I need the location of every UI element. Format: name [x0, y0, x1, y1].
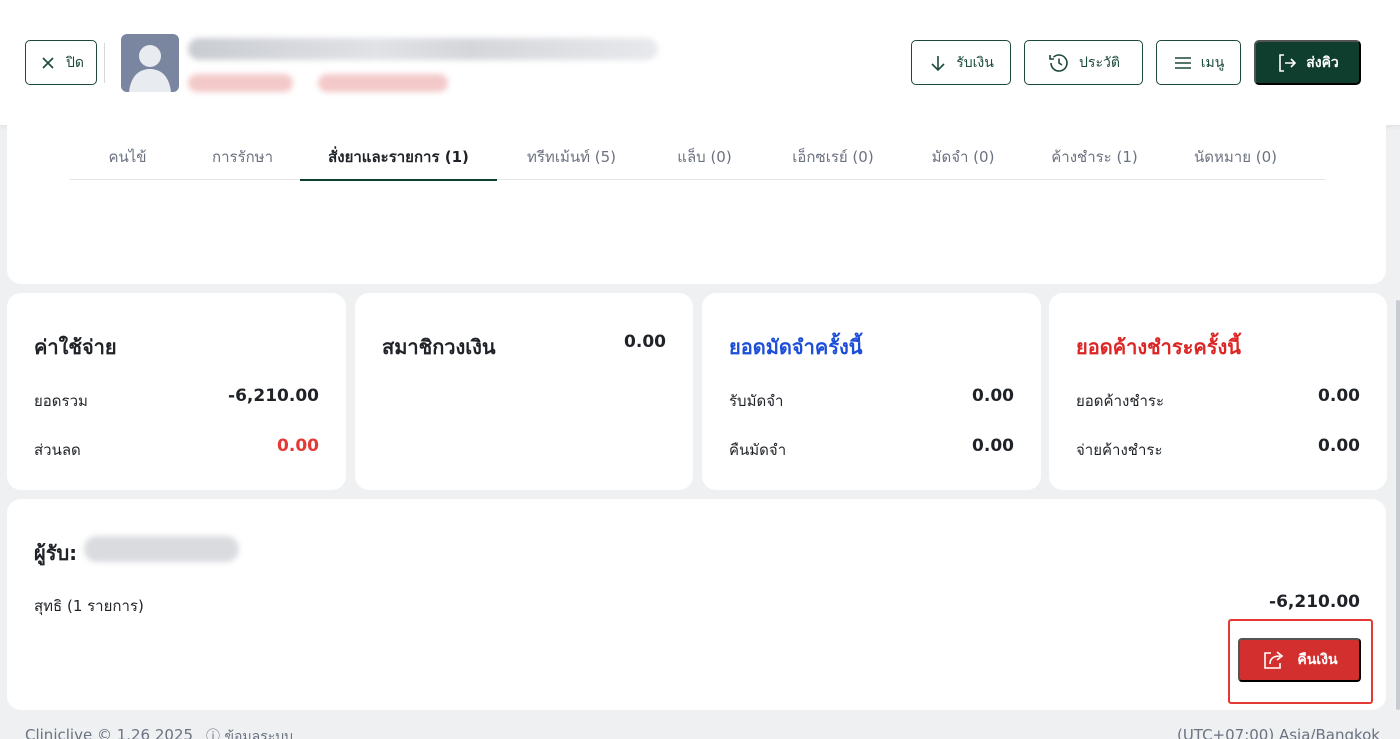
expense-discount-label: ส่วนลด	[34, 441, 81, 459]
tab-label: เอ็กซเรย์ (0)	[792, 147, 874, 166]
tab-bar: คนไข้ การรักษา สั่งยาและรายการ (1) ทรีทเ…	[70, 134, 1325, 181]
tab-label: ทรีทเม้นท์ (5)	[526, 147, 616, 166]
page-scrollbar[interactable]	[1396, 300, 1400, 710]
refund-button[interactable]: คืนเงิน	[1238, 638, 1361, 682]
close-icon	[42, 56, 54, 69]
recipient-name-blurred	[84, 536, 239, 562]
tab-treatment[interactable]: การรักษา	[185, 134, 300, 179]
expense-total-value: -6,210.00	[228, 386, 319, 406]
tab-label: มัดจำ (0)	[931, 147, 995, 166]
footer-timezone: (UTC+07:00) Asia/Bangkok	[1176, 726, 1380, 739]
share-forward-icon	[1264, 651, 1284, 669]
tabs-panel: คนไข้ การรักษา สั่งยาและรายการ (1) ทรีทเ…	[7, 120, 1386, 284]
deposit-card: ยอดมัดจำครั้งนี้ รับมัดจำ 0.00 คืนมัดจำ …	[702, 293, 1041, 490]
expense-discount-value: 0.00	[277, 436, 319, 456]
outstanding-pay-value: 0.00	[1318, 436, 1360, 456]
tab-deposit[interactable]: มัดจำ (0)	[903, 134, 1023, 179]
history-icon	[1049, 53, 1068, 72]
deposit-receive-value: 0.00	[972, 386, 1014, 406]
arrow-down-icon	[931, 55, 945, 71]
refund-button-label: คืนเงิน	[1297, 651, 1338, 667]
close-button-label: ปิด	[66, 53, 84, 70]
receive-payment-label: รับเงิน	[956, 53, 994, 70]
patient-name-blurred	[188, 38, 658, 60]
tab-label: สั่งยาและรายการ (1)	[328, 147, 469, 166]
history-button[interactable]: ประวัติ	[1024, 40, 1143, 85]
system-info-link[interactable]: ⓘ ข้อมูลระบบ	[206, 726, 293, 739]
tab-patient[interactable]: คนไข้	[70, 134, 185, 179]
tab-label: คนไข้	[108, 147, 147, 166]
expense-card: ค่าใช้จ่าย ยอดรวม -6,210.00 ส่วนลด 0.00	[7, 293, 346, 490]
close-button[interactable]: ปิด	[25, 40, 97, 85]
tab-label: นัดหมาย (0)	[1194, 147, 1277, 166]
deposit-refund-value: 0.00	[972, 436, 1014, 456]
tab-label: ค้างชำระ (1)	[1051, 147, 1138, 166]
deposit-title: ยอดมัดจำครั้งนี้	[729, 335, 863, 359]
hamburger-menu-icon	[1174, 56, 1191, 69]
deposit-refund-label: คืนมัดจำ	[729, 441, 787, 459]
tab-lab[interactable]: แล็บ (0)	[646, 134, 763, 179]
expense-title: ค่าใช้จ่าย	[34, 335, 117, 359]
user-silhouette-icon	[129, 45, 171, 92]
tab-appointment[interactable]: นัดหมาย (0)	[1166, 134, 1305, 179]
outstanding-title: ยอดค้างชำระครั้งนี้	[1076, 335, 1241, 359]
footer: Cliniclive © 1.26 2025 ⓘ ข้อมูลระบบ (UTC…	[0, 718, 1400, 739]
footer-copyright: Cliniclive © 1.26 2025	[25, 726, 194, 739]
deposit-receive-label: รับมัดจำ	[729, 392, 784, 410]
member-wallet-value: 0.00	[624, 332, 666, 352]
receive-payment-button[interactable]: รับเงิน	[911, 40, 1011, 85]
header-bar: ปิด รับเงิน ประวัติ เมนู ส่งคิว	[0, 0, 1400, 126]
net-value: -6,210.00	[1269, 592, 1360, 612]
menu-button[interactable]: เมนู	[1156, 40, 1241, 85]
recipient-label: ผู้รับ:	[34, 541, 78, 565]
send-queue-label: ส่งคิว	[1306, 53, 1339, 70]
outstanding-balance-label: ยอดค้างชำระ	[1076, 392, 1165, 410]
history-label: ประวัติ	[1079, 53, 1120, 70]
patient-tag-blurred-2	[318, 74, 448, 92]
patient-tag-blurred	[188, 74, 293, 92]
member-wallet-card: สมาชิกวงเงิน 0.00	[355, 293, 693, 490]
send-queue-icon	[1279, 53, 1297, 72]
menu-label: เมนู	[1200, 53, 1225, 70]
outstanding-balance-value: 0.00	[1318, 386, 1360, 406]
send-queue-button[interactable]: ส่งคิว	[1254, 40, 1361, 85]
tab-orders[interactable]: สั่งยาและรายการ (1)	[300, 134, 497, 181]
outstanding-card: ยอดค้างชำระครั้งนี้ ยอดค้างชำระ 0.00 จ่า…	[1049, 293, 1387, 490]
expense-total-label: ยอดรวม	[34, 392, 88, 410]
recipient-card: ผู้รับ: สุทธิ (1 รายการ) -6,210.00 คืนเง…	[7, 499, 1386, 710]
header-divider	[104, 43, 105, 83]
tab-outstanding[interactable]: ค้างชำระ (1)	[1023, 134, 1166, 179]
tab-treatments[interactable]: ทรีทเม้นท์ (5)	[497, 134, 646, 179]
tab-xray[interactable]: เอ็กซเรย์ (0)	[763, 134, 903, 179]
net-label: สุทธิ (1 รายการ)	[34, 597, 144, 615]
tab-label: การรักษา	[211, 147, 273, 166]
member-wallet-title: สมาชิกวงเงิน	[382, 335, 496, 359]
tab-label: แล็บ (0)	[677, 147, 732, 166]
outstanding-pay-label: จ่ายค้างชำระ	[1076, 441, 1163, 459]
patient-avatar	[121, 34, 179, 92]
